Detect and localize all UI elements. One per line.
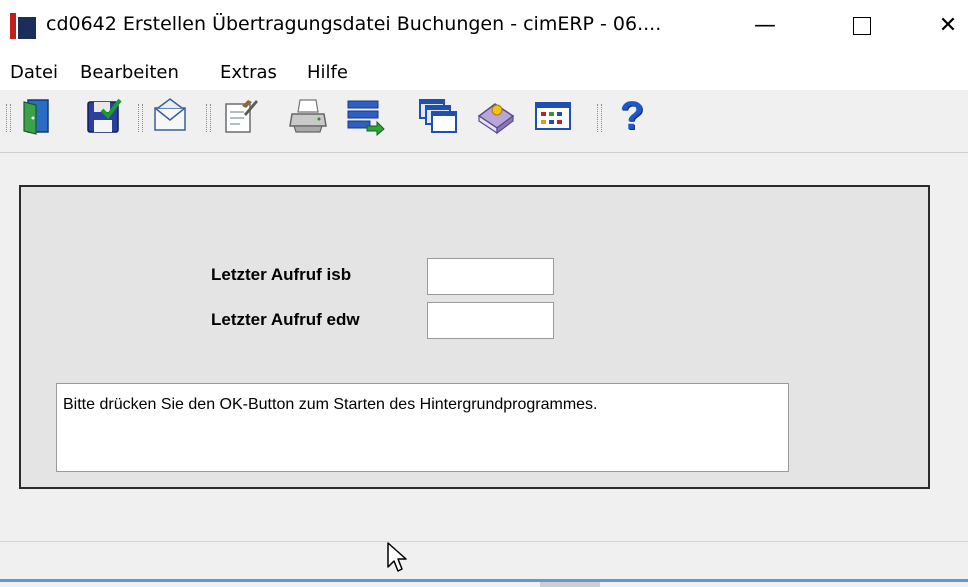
field-label-isb: Letzter Aufruf isb — [211, 265, 352, 284]
save-button[interactable] — [84, 96, 124, 136]
toolbar-separator — [6, 104, 11, 132]
taskbar-edge — [540, 582, 600, 587]
table-button[interactable] — [533, 96, 573, 136]
close-button[interactable]: ✕ — [928, 8, 968, 44]
windows-button[interactable] — [418, 96, 458, 136]
menu-extras[interactable]: Extras — [220, 62, 277, 83]
menu-bar: Datei Bearbeiten Extras Hilfe — [0, 56, 968, 90]
exit-door-icon — [23, 99, 49, 135]
edw-input[interactable] — [427, 302, 554, 339]
grid-table-icon — [535, 102, 571, 130]
printer-icon — [289, 99, 327, 133]
minimize-button[interactable]: — — [745, 8, 785, 44]
menu-datei[interactable]: Datei — [10, 62, 58, 83]
window-border — [0, 579, 968, 582]
title-bar[interactable]: cd0642 Erstellen Übertragungsdatei Buchu… — [0, 0, 968, 56]
toolbar-separator — [206, 104, 211, 132]
book-button[interactable] — [475, 96, 515, 136]
maximize-button[interactable] — [842, 8, 882, 44]
help-icon: ? — [619, 94, 645, 138]
maximize-icon — [853, 17, 871, 35]
isb-input[interactable] — [427, 258, 554, 295]
save-check-icon — [87, 98, 122, 133]
mouse-cursor-icon — [387, 542, 407, 572]
transfer-list-icon — [347, 100, 385, 136]
field-label-edw: Letzter Aufruf edw — [211, 310, 360, 329]
mail-button[interactable] — [150, 96, 190, 136]
envelope-icon — [154, 98, 186, 131]
status-bar — [0, 541, 968, 580]
edit-document-icon — [225, 100, 258, 133]
transfer-button[interactable] — [345, 96, 385, 136]
app-icon[interactable] — [10, 13, 36, 39]
info-message: Bitte drücken Sie den OK-Button zum Star… — [56, 383, 789, 472]
toolbar: ? — [0, 90, 968, 153]
toolbar-separator — [138, 104, 143, 132]
print-button[interactable] — [288, 96, 328, 136]
exit-button[interactable] — [16, 96, 56, 136]
book-icon — [477, 103, 515, 135]
toolbar-separator — [597, 104, 602, 132]
windows-cascade-icon — [419, 99, 457, 133]
help-button[interactable]: ? — [612, 96, 652, 136]
menu-bearbeiten[interactable]: Bearbeiten — [80, 62, 179, 83]
menu-hilfe[interactable]: Hilfe — [307, 62, 348, 83]
edit-button[interactable] — [220, 96, 260, 136]
window-title: cd0642 Erstellen Übertragungsdatei Buchu… — [46, 13, 662, 35]
